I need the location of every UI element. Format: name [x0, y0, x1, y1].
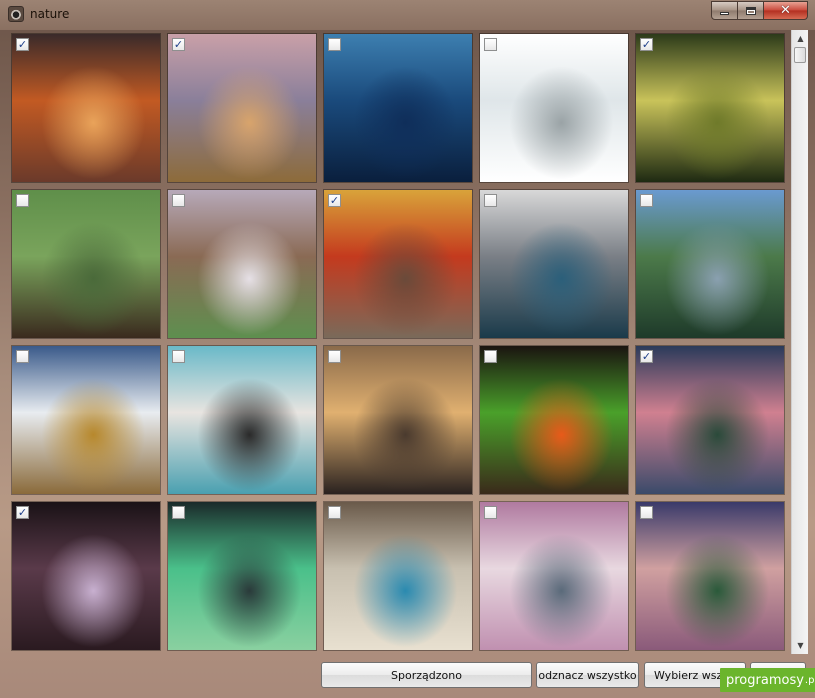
- photo-image: [480, 346, 628, 494]
- photo-image: [12, 34, 160, 182]
- done-button[interactable]: Sporządzono: [321, 662, 532, 688]
- minimize-icon: [720, 12, 729, 15]
- checkmark-icon: ✓: [17, 38, 28, 51]
- photo-tile-tornado-sunset[interactable]: ✓: [11, 33, 161, 183]
- photo-checkbox[interactable]: [484, 506, 497, 519]
- photo-image: [480, 190, 628, 338]
- photo-image: [636, 346, 784, 494]
- photo-checkbox[interactable]: [328, 38, 341, 51]
- checkmark-icon: ✓: [17, 506, 28, 519]
- maximize-icon: [745, 6, 756, 15]
- photo-checkbox[interactable]: [640, 506, 653, 519]
- photo-checkbox[interactable]: ✓: [640, 350, 653, 363]
- photo-tile-alpine-lake-reflection[interactable]: ✓: [635, 345, 785, 495]
- photo-image: [324, 190, 472, 338]
- maximize-button[interactable]: [738, 1, 764, 20]
- scrollbar-thumb[interactable]: [794, 47, 806, 63]
- photo-checkbox[interactable]: [484, 38, 497, 51]
- photo-tile-aurora-borealis[interactable]: [167, 501, 317, 651]
- minimize-button[interactable]: [711, 1, 738, 20]
- photo-tile-manta-ray-underwater[interactable]: [323, 33, 473, 183]
- photo-tile-sunburst-forest[interactable]: ✓: [635, 33, 785, 183]
- photo-image: [480, 34, 628, 182]
- photo-image: [480, 502, 628, 650]
- photo-tile-snowy-forest-lake[interactable]: [479, 501, 629, 651]
- photo-tile-dead-tree-moonrise[interactable]: ✓: [167, 33, 317, 183]
- photo-checkbox[interactable]: [328, 506, 341, 519]
- title-bar[interactable]: nature ✕: [0, 0, 815, 30]
- photo-tile-snowy-peaks-horse[interactable]: [11, 345, 161, 495]
- photo-image: [324, 502, 472, 650]
- photo-image: [636, 502, 784, 650]
- photo-tile-red-eyed-tree-frog[interactable]: [479, 345, 629, 495]
- photo-tile-volcanic-lightning[interactable]: ✓: [11, 501, 161, 651]
- close-icon: ✕: [780, 3, 791, 18]
- photo-checkbox[interactable]: ✓: [172, 38, 185, 51]
- photo-checkbox[interactable]: [172, 506, 185, 519]
- photo-image: [168, 34, 316, 182]
- photo-checkbox[interactable]: [172, 194, 185, 207]
- checkmark-icon: ✓: [173, 38, 184, 51]
- photo-image: [324, 34, 472, 182]
- unselect-all-button[interactable]: odznacz wszystko: [536, 662, 639, 688]
- photo-tile-sunset-fields[interactable]: ✓: [323, 189, 473, 339]
- photo-image: [12, 190, 160, 338]
- scroll-up-arrow-icon[interactable]: ▲: [792, 30, 809, 47]
- photo-checkbox[interactable]: [172, 350, 185, 363]
- photo-checkbox[interactable]: [484, 350, 497, 363]
- vertical-scrollbar[interactable]: ▲ ▼: [791, 30, 808, 654]
- photo-image: [168, 346, 316, 494]
- photo-image: [636, 34, 784, 182]
- checkmark-icon: ✓: [641, 350, 652, 363]
- photo-tile-baby-elephant-beach[interactable]: [479, 33, 629, 183]
- photo-checkbox[interactable]: ✓: [640, 38, 653, 51]
- scroll-down-arrow-icon[interactable]: ▼: [792, 637, 809, 654]
- photo-checkbox[interactable]: [484, 194, 497, 207]
- photo-checkbox[interactable]: ✓: [328, 194, 341, 207]
- photo-image: [636, 190, 784, 338]
- photo-tile-wood-duck[interactable]: [11, 189, 161, 339]
- photo-checkbox[interactable]: ✓: [16, 506, 29, 519]
- photo-image: [12, 346, 160, 494]
- photo-tile-lenticular-clouds[interactable]: [323, 345, 473, 495]
- photo-tile-kingfisher-diving[interactable]: [323, 501, 473, 651]
- watermark-badge: programosy.pl: [720, 668, 815, 692]
- photo-tile-mountain-reflection[interactable]: [635, 189, 785, 339]
- window-controls: ✕: [711, 1, 808, 20]
- photo-image: [168, 502, 316, 650]
- photo-checkbox[interactable]: [640, 194, 653, 207]
- photo-checkbox[interactable]: ✓: [16, 38, 29, 51]
- window-title: nature: [30, 7, 70, 21]
- photo-tile-mountain-lake[interactable]: [479, 189, 629, 339]
- photo-tile-white-tiger-swimming[interactable]: [167, 345, 317, 495]
- photo-image: [12, 502, 160, 650]
- watermark-text: programosy: [726, 672, 804, 688]
- photo-image: [324, 346, 472, 494]
- photo-grid: ✓ ✓ ✓ ✓ ✓ ✓: [8, 30, 790, 654]
- checkmark-icon: ✓: [641, 38, 652, 51]
- photo-tile-bear-cotton-grass[interactable]: [167, 189, 317, 339]
- watermark-suffix: .pl: [804, 674, 815, 686]
- photo-tile-mountain-wildflowers[interactable]: [635, 501, 785, 651]
- photo-checkbox[interactable]: [16, 194, 29, 207]
- photo-checkbox[interactable]: [16, 350, 29, 363]
- photo-checkbox[interactable]: [328, 350, 341, 363]
- checkmark-icon: ✓: [329, 194, 340, 207]
- close-button[interactable]: ✕: [764, 1, 808, 20]
- app-icon: [8, 6, 24, 22]
- photo-image: [168, 190, 316, 338]
